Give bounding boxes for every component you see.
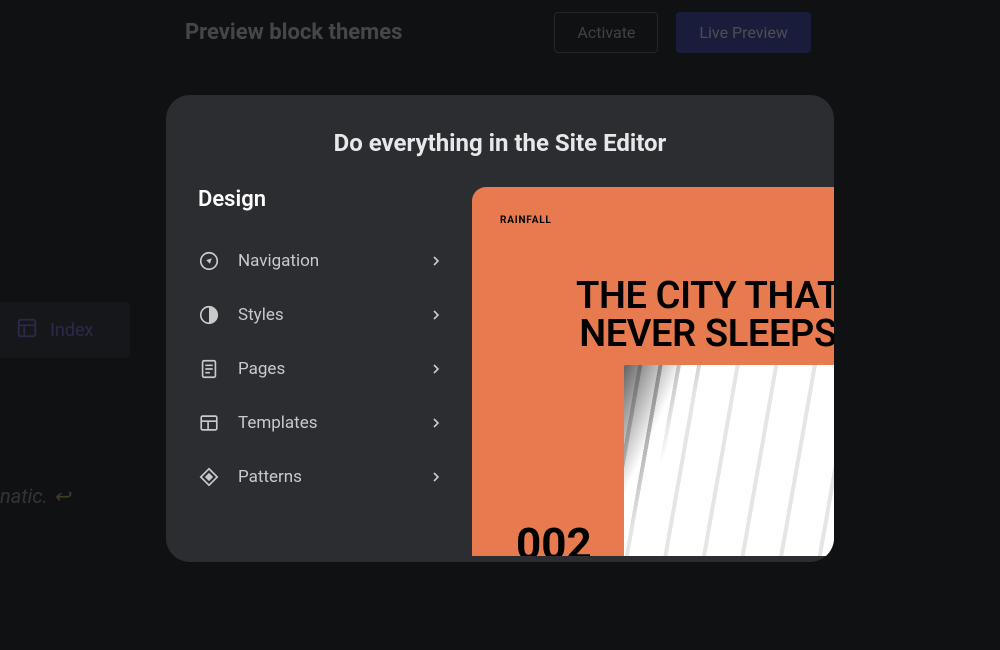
chevron-right-icon [428,307,444,323]
return-icon: ↩ [54,484,71,508]
layout-icon [16,317,38,343]
chevron-right-icon [428,361,444,377]
menu-item-label: Styles [238,305,428,325]
menu-item-pages[interactable]: Pages [198,342,444,396]
menu-item-styles[interactable]: Styles [198,288,444,342]
compass-icon [198,250,220,272]
menu-item-navigation[interactable]: Navigation [198,234,444,288]
menu-item-label: Templates [238,413,428,433]
chevron-right-icon [428,415,444,431]
site-editor-modal: Do everything in the Site Editor Design … [166,95,834,562]
menu-item-label: Pages [238,359,428,379]
bg-page-title: Preview block themes [185,20,402,45]
preview-headline: THE CITY THAT NEVER SLEEPS [522,277,834,353]
sidebar-item-index[interactable]: Index [0,302,130,358]
menu-item-label: Patterns [238,467,428,487]
chevron-right-icon [428,469,444,485]
design-panel: Design Navigation [166,187,472,556]
panel-heading: Design [198,187,444,212]
preview-image [624,365,834,556]
preview-number: 002 [516,518,592,556]
menu-item-templates[interactable]: Templates [198,396,444,450]
menu-item-patterns[interactable]: Patterns [198,450,444,504]
sidebar-item-label: Index [50,320,93,341]
preview-brand: RAINFALL [500,215,552,226]
live-preview-button[interactable]: Live Preview [676,12,811,53]
preview-card: RAINFALL THE CITY THAT NEVER SLEEPS 002 [472,187,834,556]
bg-tail-text: natic. ↩ [0,484,70,508]
site-preview: RAINFALL THE CITY THAT NEVER SLEEPS 002 [472,187,834,556]
chevron-right-icon [428,253,444,269]
menu-item-label: Navigation [238,251,428,271]
half-circle-icon [198,304,220,326]
layout-icon [198,412,220,434]
activate-button[interactable]: Activate [554,12,658,53]
page-icon [198,358,220,380]
design-menu: Navigation Styles [198,234,444,504]
modal-title: Do everything in the Site Editor [166,95,834,187]
diamond-icon [198,466,220,488]
